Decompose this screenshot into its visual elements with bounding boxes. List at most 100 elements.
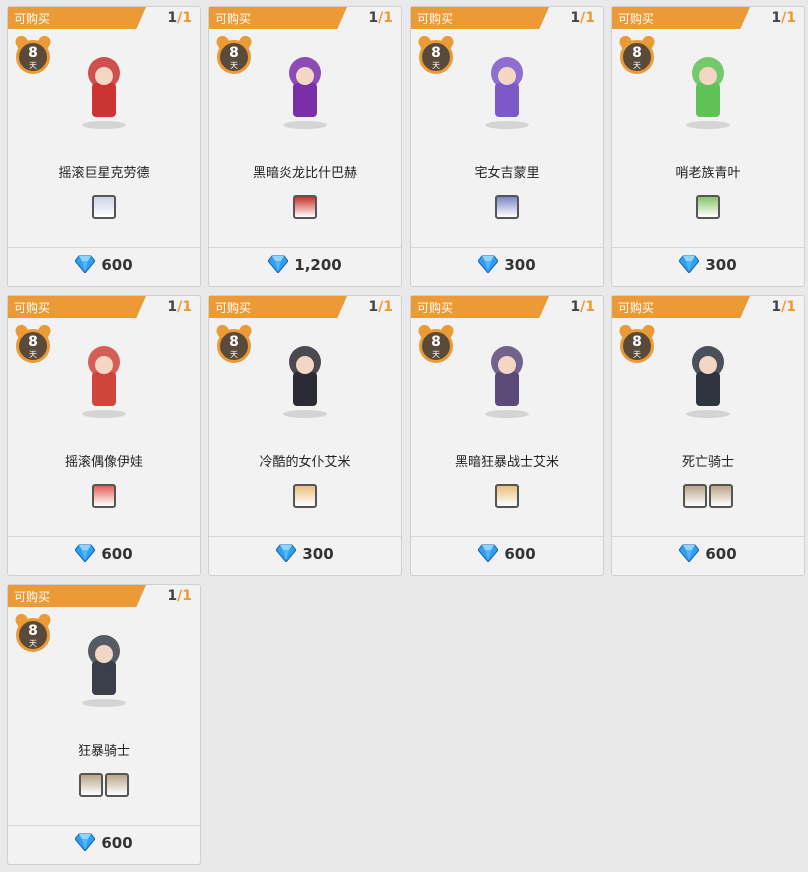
- price-value: 300: [705, 256, 737, 274]
- days-remaining: 8: [431, 334, 441, 350]
- character-portrait-icon[interactable]: [293, 195, 317, 219]
- shop-item-card[interactable]: 可购买 1/1 8天 宅女吉蒙里 300: [410, 6, 604, 287]
- character-portrait-icon[interactable]: [79, 773, 103, 797]
- price[interactable]: 600: [8, 833, 200, 852]
- diamond-icon: [74, 255, 96, 274]
- day-unit: 天: [230, 350, 238, 359]
- character-sprite: [59, 43, 149, 133]
- diamond-icon: [678, 544, 700, 563]
- status-label: 可购买: [618, 301, 655, 315]
- alarm-clock-icon: 8天: [416, 33, 456, 74]
- purchasable-tag: 可购买: [8, 585, 146, 607]
- purchasable-tag: 可购买: [411, 7, 549, 29]
- character-portrait-icon[interactable]: [709, 484, 733, 508]
- day-unit: 天: [633, 350, 641, 359]
- purchase-limit: 1/1: [771, 10, 796, 26]
- day-unit: 天: [29, 61, 37, 70]
- day-unit: 天: [230, 61, 238, 70]
- price[interactable]: 600: [612, 544, 804, 563]
- days-remaining: 8: [229, 334, 239, 350]
- shop-item-card[interactable]: 可购买 1/1 8天 哨老族青叶 300: [611, 6, 805, 287]
- days-remaining: 8: [632, 45, 642, 61]
- alarm-clock-icon: 8天: [13, 322, 53, 363]
- alarm-clock-icon: 8天: [214, 33, 254, 74]
- alarm-clock-icon: 8天: [214, 322, 254, 363]
- status-label: 可购买: [215, 12, 252, 26]
- included-characters: [8, 773, 200, 801]
- day-unit: 天: [432, 350, 440, 359]
- character-portrait-icon[interactable]: [293, 484, 317, 508]
- purchasable-tag: 可购买: [612, 296, 750, 318]
- purchasable-tag: 可购买: [8, 296, 146, 318]
- character-portrait-icon[interactable]: [92, 195, 116, 219]
- diamond-icon: [477, 544, 499, 563]
- day-unit: 天: [29, 350, 37, 359]
- character-sprite: [663, 332, 753, 422]
- limit-count: 1: [786, 299, 796, 315]
- included-characters: [209, 195, 401, 223]
- price[interactable]: 300: [209, 544, 401, 563]
- price-value: 600: [101, 545, 133, 563]
- limit-count: 1: [383, 299, 393, 315]
- item-name: 狂暴骑士: [77, 744, 130, 759]
- status-label: 可购买: [417, 301, 454, 315]
- shop-item-card[interactable]: 可购买 1/1 8天 狂暴骑士 600: [7, 584, 201, 865]
- shop-item-card[interactable]: 可购买 1/1 8天 摇滚偶像伊娃 600: [7, 295, 201, 576]
- purchase-limit: 1/1: [167, 10, 192, 26]
- divider: [8, 247, 200, 248]
- item-name: 摇滚巨星克劳德: [58, 166, 150, 181]
- item-name: 冷酷的女仆艾米: [259, 455, 351, 470]
- character-sprite: [663, 43, 753, 133]
- shop-item-card[interactable]: 可购买 1/1 8天 黑暗狂暴战士艾米 600: [410, 295, 604, 576]
- days-remaining: 8: [229, 45, 239, 61]
- character-portrait-icon[interactable]: [495, 484, 519, 508]
- status-label: 可购买: [618, 12, 655, 26]
- character-portrait-icon[interactable]: [105, 773, 129, 797]
- divider: [612, 536, 804, 537]
- bought-count: 1: [167, 588, 178, 604]
- item-name: 黑暗狂暴战士艾米: [454, 455, 559, 470]
- price[interactable]: 300: [411, 255, 603, 274]
- divider: [209, 247, 401, 248]
- price-value: 600: [504, 545, 536, 563]
- purchasable-tag: 可购买: [612, 7, 750, 29]
- price[interactable]: 600: [8, 255, 200, 274]
- character-sprite: [260, 332, 350, 422]
- character-portrait-icon[interactable]: [696, 195, 720, 219]
- diamond-icon: [678, 255, 700, 274]
- item-name: 宅女吉蒙里: [474, 166, 540, 181]
- day-unit: 天: [432, 61, 440, 70]
- divider: [411, 247, 603, 248]
- bought-count: 1: [167, 299, 178, 315]
- alarm-clock-icon: 8天: [13, 33, 53, 74]
- shop-item-card[interactable]: 可购买 1/1 8天 摇滚巨星克劳德 600: [7, 6, 201, 287]
- price[interactable]: 1,200: [209, 255, 401, 274]
- price-value: 1,200: [294, 256, 342, 274]
- bought-count: 1: [167, 10, 178, 26]
- price[interactable]: 600: [8, 544, 200, 563]
- status-label: 可购买: [14, 301, 51, 315]
- shop-item-card[interactable]: 可购买 1/1 8天 冷酷的女仆艾米 300: [208, 295, 402, 576]
- purchase-limit: 1/1: [368, 10, 393, 26]
- diamond-icon: [74, 833, 96, 852]
- price[interactable]: 300: [612, 255, 804, 274]
- purchase-limit: 1/1: [570, 10, 595, 26]
- character-portrait-icon[interactable]: [92, 484, 116, 508]
- price-value: 600: [101, 256, 133, 274]
- limit-count: 1: [182, 588, 192, 604]
- alarm-clock-icon: 8天: [617, 33, 657, 74]
- included-characters: [8, 195, 200, 223]
- price-value: 300: [302, 545, 334, 563]
- shop-item-card[interactable]: 可购买 1/1 8天 黑暗炎龙比什巴赫 1,200: [208, 6, 402, 287]
- price-value: 300: [504, 256, 536, 274]
- shop-item-card[interactable]: 可购买 1/1 8天 死亡骑士 600: [611, 295, 805, 576]
- price[interactable]: 600: [411, 544, 603, 563]
- character-portrait-icon[interactable]: [495, 195, 519, 219]
- character-portrait-icon[interactable]: [683, 484, 707, 508]
- days-remaining: 8: [632, 334, 642, 350]
- included-characters: [612, 484, 804, 512]
- price-value: 600: [705, 545, 737, 563]
- limit-count: 1: [585, 299, 595, 315]
- status-label: 可购买: [215, 301, 252, 315]
- purchasable-tag: 可购买: [209, 296, 347, 318]
